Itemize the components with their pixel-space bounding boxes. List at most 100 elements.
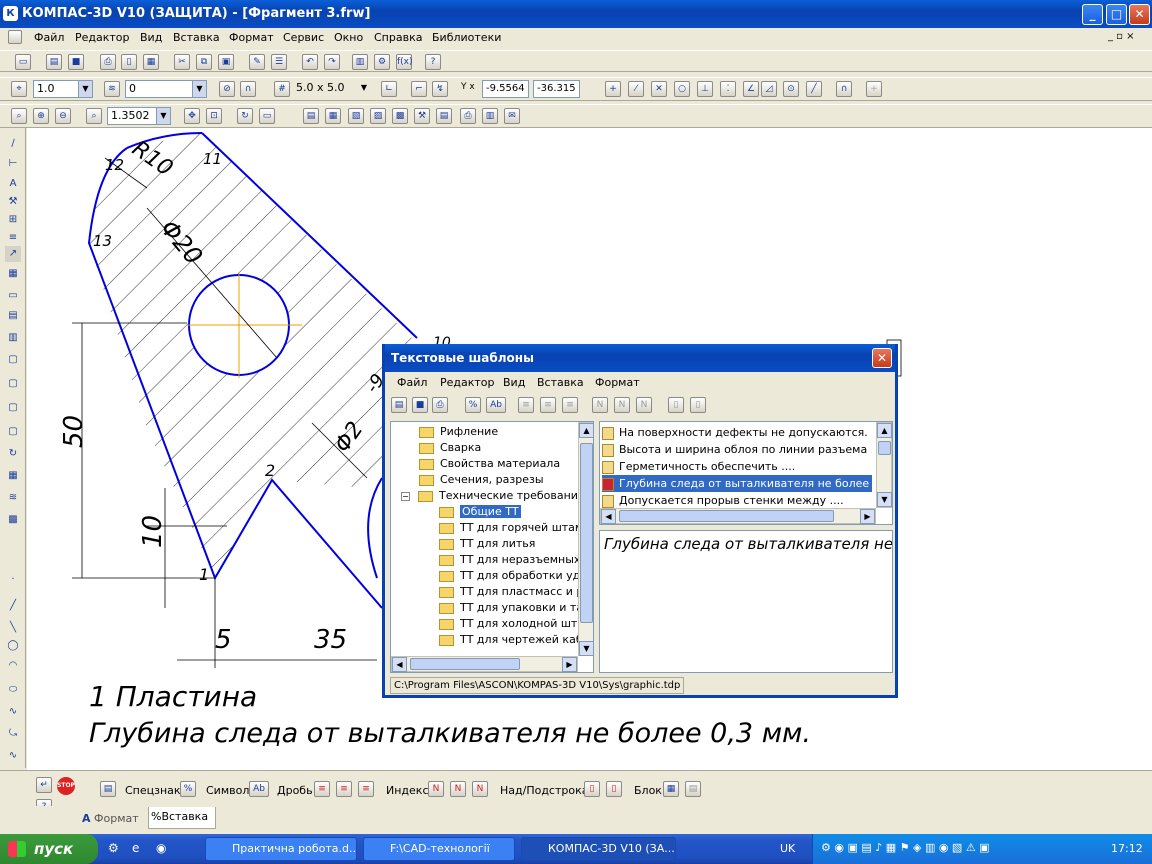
zoom-scale-icon[interactable]: ⌕ [86,108,102,124]
point-icon[interactable]: · [5,572,21,588]
dlg-menu-file[interactable]: Файл [397,376,427,389]
circle-icon[interactable]: ◯ [5,638,21,654]
tree-item[interactable]: ТТ для упаковки и тар [439,600,590,616]
tree-item[interactable]: ТТ для неразъемных с [439,552,590,568]
list-hscrollbar[interactable]: ◀ ▶ [600,508,876,524]
print-icon[interactable]: ⎙ [100,54,116,70]
tree-item[interactable]: Сечения, разрезы [419,472,544,488]
magnet-icon[interactable]: ∩ [240,81,256,97]
scroll-up-icon[interactable]: ▲ [579,423,593,438]
scroll-right-icon[interactable]: ▶ [860,509,875,524]
snap-angle-icon[interactable]: ∠ [743,81,759,97]
scroll-left-icon[interactable]: ◀ [392,657,407,672]
tool-h-icon[interactable]: ▦ [5,468,21,484]
tree-item[interactable]: Сварка [419,440,481,456]
save-icon[interactable]: ■ [68,54,84,70]
chevron-down-icon[interactable]: ▼ [78,81,92,97]
maximize-button[interactable]: □ [1106,4,1127,25]
drob-label[interactable]: Дробь [277,784,313,797]
tree-item[interactable]: ТТ для горячей штамп [439,520,590,536]
menu-insert[interactable]: Вставка [173,31,220,44]
dlg-special-icon[interactable]: % [465,397,481,413]
dlg-menu-view[interactable]: Вид [503,376,525,389]
mdi-window-controls[interactable]: _ ▫ × [1108,31,1135,42]
x-coord-field[interactable]: -9.5564 [482,80,529,98]
menu-edit[interactable]: Редактор [75,31,130,44]
snap-center-icon[interactable]: ⊙ [783,81,799,97]
hole-arc-lower[interactable] [367,477,383,579]
pan-icon[interactable]: ✥ [184,108,200,124]
tree-item[interactable]: ТТ для холодной штам [439,616,592,632]
task-explorer[interactable]: F:\CAD-технології [363,837,515,861]
snap-magnet-icon[interactable]: ∩ [836,81,852,97]
pin-icon[interactable]: ↵ [36,777,52,793]
grid-icon[interactable]: # [274,81,290,97]
print-preview-icon[interactable]: ⎙ [460,108,476,124]
variables-icon[interactable]: ⚙ [374,54,390,70]
dlg-frac-c-icon[interactable]: ≡ [562,397,578,413]
show-all-icon[interactable]: ⊡ [206,108,222,124]
layer-icon[interactable]: ≋ [104,81,120,97]
layer-field[interactable]: 0 ▼ [125,80,207,98]
tool-j-icon[interactable]: ▩ [5,512,21,528]
tools-icon[interactable]: ⚒ [414,108,430,124]
nadpodstroka-label[interactable]: Над/Подстрока [500,784,588,797]
ellipse-icon[interactable]: ⬭ [5,682,21,698]
scroll-left-icon[interactable]: ◀ [601,509,616,524]
tool-a-icon[interactable]: ▭ [5,288,21,304]
quicklaunch-a-icon[interactable]: ⚙ [108,841,124,857]
tree-item[interactable]: Свойства материала [419,456,560,472]
scroll-down-icon[interactable]: ▼ [877,492,892,507]
tree-vscrollbar[interactable]: ▲ ▼ [578,422,593,656]
function-icon[interactable]: f(x) [396,54,413,70]
step-field[interactable]: 1.0 ▼ [33,80,93,98]
tool-d-icon[interactable]: ▢ [5,352,21,368]
tree-item-selected[interactable]: Общие ТТ [439,504,521,520]
tree-item-expanded[interactable]: − Технические требования [401,488,585,504]
index-b-icon[interactable]: N [450,781,466,797]
drawing-text-line2[interactable]: Глубина следа от выталкивателя не более … [89,718,811,749]
specznak-label[interactable]: Спецзнак [125,784,181,797]
scroll-up-icon[interactable]: ▲ [877,423,892,438]
specznak-btn-icon[interactable]: % [180,781,196,797]
segment-icon[interactable]: ╱ [5,598,21,614]
kompas-app-icon[interactable]: К [3,6,18,21]
start-button[interactable]: пуск [0,834,98,864]
dlg-menu-format[interactable]: Формат [595,376,640,389]
scroll-thumb[interactable] [878,441,891,455]
tree-hscrollbar[interactable]: ◀ ▶ [391,656,578,672]
index-c-icon[interactable]: N [472,781,488,797]
sub-icon[interactable]: ▯ [606,781,622,797]
list-item[interactable]: Допускается прорыв стенки между .... [602,492,872,509]
view-b-icon[interactable]: ▨ [370,108,386,124]
cut-icon[interactable]: ✂ [174,54,190,70]
zoom-field[interactable]: 1.3502 ▼ [107,107,171,125]
frac-a-icon[interactable]: ≡ [314,781,330,797]
quicklaunch-b-icon[interactable]: ◉ [156,841,172,857]
list-vscrollbar[interactable]: ▲ ▼ [876,422,892,508]
dlg-index-b-icon[interactable]: N [614,397,630,413]
view-a-icon[interactable]: ▧ [348,108,364,124]
block-a-icon[interactable]: ▦ [663,781,679,797]
snap-midpoint-icon[interactable]: ⁄ [628,81,644,97]
language-indicator[interactable]: UK [780,842,795,855]
close-button[interactable]: ✕ [1129,4,1150,25]
dlg-menu-insert[interactable]: Вставка [537,376,584,389]
snap-tangent-icon[interactable]: ○ [674,81,690,97]
manager-icon[interactable]: ▥ [352,54,368,70]
dlg-menu-edit[interactable]: Редактор [440,376,495,389]
zoom-out-icon[interactable]: ⊖ [55,108,71,124]
chevron-down-icon[interactable]: ▼ [192,81,206,97]
designations-icon[interactable]: A [5,176,21,192]
spline-icon[interactable]: ∿ [5,704,21,720]
tool-b-icon[interactable]: ▤ [5,308,21,324]
new-icon[interactable]: ▭ [15,54,31,70]
menu-window[interactable]: Окно [334,31,363,44]
dlg-symbol-icon[interactable]: Ab [486,397,506,413]
snap-intersection-icon[interactable]: ✕ [651,81,667,97]
tree-item[interactable]: ТТ для пластмасс и ре [439,584,590,600]
menu-service[interactable]: Сервис [283,31,324,44]
format-painter-icon[interactable]: ✎ [249,54,265,70]
tab-format[interactable]: A Формат [82,809,146,829]
attributes-icon[interactable]: ▤ [436,108,452,124]
